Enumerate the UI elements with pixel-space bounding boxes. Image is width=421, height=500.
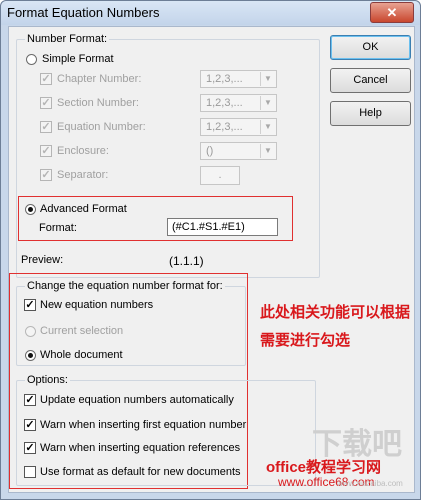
title-bar: Format Equation Numbers ✕ <box>1 1 420 25</box>
annotation-line-2: 需要进行勾选 <box>260 332 351 349</box>
annotation-line-1: 此处相关功能可以根据 <box>260 304 411 321</box>
chevron-down-icon: ▼ <box>260 72 275 86</box>
ok-button[interactable]: OK <box>330 35 411 60</box>
chapter-number-value: 1,2,3,... <box>206 73 243 85</box>
current-selection-radio[interactable] <box>25 326 36 337</box>
equation-number-select[interactable]: 1,2,3,... ▼ <box>200 118 277 136</box>
options-legend: Options: <box>25 374 70 386</box>
simple-format-label: Simple Format <box>42 53 114 65</box>
advanced-format-radio[interactable] <box>25 204 36 215</box>
close-button[interactable]: ✕ <box>370 2 414 23</box>
chapter-number-checkbox[interactable]: ✓ <box>40 73 52 85</box>
dialog-body: Number Format: Simple Format ✓ Chapter N… <box>8 26 415 493</box>
format-label: Format: <box>39 222 77 234</box>
whole-document-radio[interactable] <box>25 350 36 361</box>
change-format-legend: Change the equation number format for: <box>25 280 225 292</box>
watermark-site-name: office教程学习网 <box>266 459 382 476</box>
separator-input[interactable]: . <box>200 166 240 185</box>
cancel-button[interactable]: Cancel <box>330 68 411 93</box>
enclosure-checkbox[interactable]: ✓ <box>40 145 52 157</box>
separator-checkbox[interactable]: ✓ <box>40 169 52 181</box>
warn-first-equation-checkbox[interactable]: ✓ <box>24 419 36 431</box>
advanced-format-label: Advanced Format <box>40 203 127 215</box>
watermark-url-2: www.xiazaiba.com <box>337 479 403 488</box>
warn-first-equation-label: Warn when inserting first equation numbe… <box>40 419 247 431</box>
format-input[interactable]: (#C1.#S1.#E1) <box>167 218 278 236</box>
chapter-number-label: Chapter Number: <box>57 73 142 85</box>
equation-number-label: Equation Number: <box>57 121 146 133</box>
preview-value: (1.1.1) <box>169 254 204 268</box>
use-as-default-label: Use format as default for new documents <box>40 466 241 478</box>
chevron-down-icon: ▼ <box>260 120 275 134</box>
window-title: Format Equation Numbers <box>7 5 160 20</box>
section-number-select[interactable]: 1,2,3,... ▼ <box>200 94 277 112</box>
update-automatically-checkbox[interactable]: ✓ <box>24 394 36 406</box>
section-number-label: Section Number: <box>57 97 139 109</box>
chevron-down-icon: ▼ <box>260 144 275 158</box>
enclosure-value: () <box>206 145 214 157</box>
chevron-down-icon: ▼ <box>260 96 275 110</box>
enclosure-label: Enclosure: <box>57 145 109 157</box>
number-format-legend: Number Format: <box>25 33 110 45</box>
warn-references-label: Warn when inserting equation references <box>40 442 241 454</box>
section-number-checkbox[interactable]: ✓ <box>40 97 52 109</box>
chapter-number-select[interactable]: 1,2,3,... ▼ <box>200 70 277 88</box>
use-as-default-checkbox[interactable] <box>24 466 36 478</box>
section-number-value: 1,2,3,... <box>206 97 243 109</box>
preview-label: Preview: <box>21 254 64 266</box>
help-button[interactable]: Help <box>330 101 411 126</box>
new-equation-numbers-checkbox[interactable]: ✓ <box>24 299 36 311</box>
format-equation-numbers-dialog: Format Equation Numbers ✕ Number Format:… <box>0 0 421 500</box>
simple-format-radio[interactable] <box>26 54 37 65</box>
current-selection-label: Current selection <box>40 325 124 337</box>
warn-references-checkbox[interactable]: ✓ <box>24 442 36 454</box>
equation-number-value: 1,2,3,... <box>206 121 243 133</box>
equation-number-checkbox[interactable]: ✓ <box>40 121 52 133</box>
whole-document-label: Whole document <box>40 349 123 361</box>
update-automatically-label: Update equation numbers automatically <box>40 394 234 406</box>
separator-label: Separator: <box>57 169 109 181</box>
new-equation-numbers-label: New equation numbers <box>40 299 154 311</box>
enclosure-select[interactable]: () ▼ <box>200 142 277 160</box>
